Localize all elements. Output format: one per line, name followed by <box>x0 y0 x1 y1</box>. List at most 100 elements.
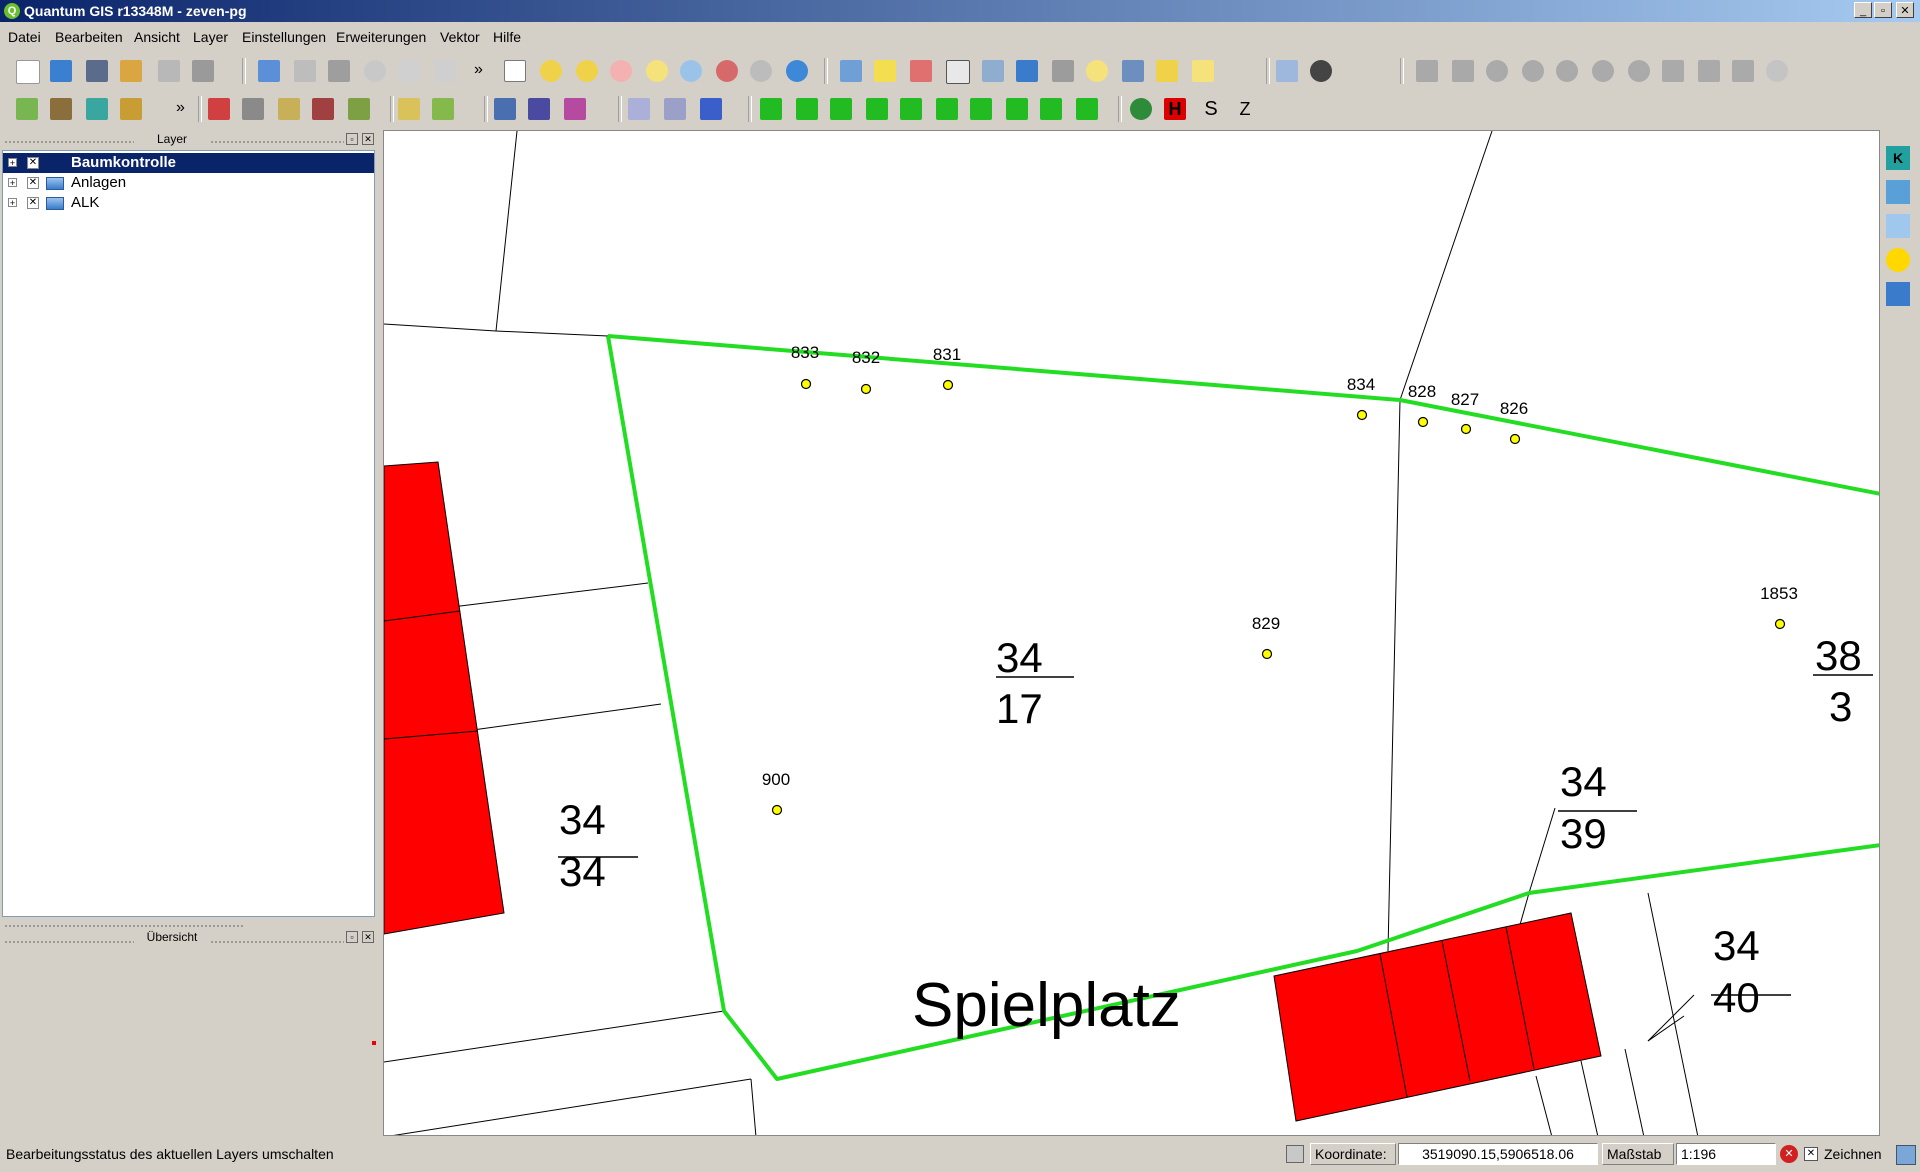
help-pointer-icon[interactable] <box>1310 60 1332 82</box>
maximize-button[interactable]: ▫ <box>1874 2 1892 18</box>
new-project-icon[interactable] <box>16 60 40 84</box>
attribute-table-icon[interactable] <box>946 60 970 84</box>
plugin-zoom-icon[interactable] <box>1886 180 1910 204</box>
plugin-page-icon[interactable] <box>1886 214 1910 238</box>
minimize-button[interactable]: _ <box>1854 2 1872 18</box>
plugin-remove-icon[interactable] <box>1886 248 1910 272</box>
menu-ansicht[interactable]: Ansicht <box>134 29 180 45</box>
move-feature-icon[interactable] <box>294 60 316 82</box>
map-canvas[interactable]: 833 832 831 834 828 827 826 829 1853 900… <box>383 130 1880 1136</box>
save-as-icon[interactable] <box>120 60 142 82</box>
zoom-out-icon[interactable] <box>576 60 598 82</box>
merge-features-icon[interactable] <box>1732 60 1754 82</box>
z-tool-icon[interactable]: Z <box>1234 98 1256 120</box>
projection-icon[interactable] <box>1896 1145 1916 1165</box>
digitize-node-icon[interactable] <box>700 98 722 120</box>
redo-icon[interactable] <box>1452 60 1474 82</box>
zoom-full-icon[interactable] <box>610 60 632 82</box>
show-bookmarks-icon[interactable] <box>1156 60 1178 82</box>
overview-close-icon[interactable]: ✕ <box>362 931 374 943</box>
measure-angle-icon[interactable] <box>1052 60 1074 82</box>
undo-icon[interactable] <box>1416 60 1438 82</box>
measure-area-icon[interactable] <box>1016 60 1038 82</box>
deselect-icon[interactable] <box>910 60 932 82</box>
save-project-icon[interactable] <box>86 60 108 82</box>
render-checkbox[interactable]: ✕ <box>1804 1147 1818 1161</box>
grass-region-icon[interactable] <box>528 98 550 120</box>
analysis-tool-3-icon[interactable] <box>830 98 852 120</box>
overview-float-icon[interactable]: ▫ <box>346 931 358 943</box>
zoom-next-icon[interactable] <box>750 60 772 82</box>
grass-edit-region-icon[interactable] <box>564 98 586 120</box>
text-annotation-icon[interactable] <box>1192 60 1214 82</box>
cut-features-icon[interactable] <box>398 60 420 82</box>
whats-this-icon[interactable] <box>1276 60 1298 82</box>
analysis-tool-4-icon[interactable] <box>866 98 888 120</box>
toolbar2-overflow-icon[interactable]: » <box>176 99 185 117</box>
open-project-icon[interactable] <box>50 60 72 82</box>
add-postgis-layer-icon[interactable] <box>86 98 108 120</box>
measure-line-icon[interactable] <box>982 60 1004 82</box>
add-raster-layer-icon[interactable] <box>50 98 72 120</box>
layer-item-anlagen[interactable]: + ✕ Anlagen <box>3 173 374 193</box>
scale-field[interactable]: 1:196 <box>1676 1143 1776 1165</box>
analysis-tool-5-icon[interactable] <box>900 98 922 120</box>
grass-open-mapset-icon[interactable] <box>208 98 230 120</box>
coord-toggle-icon[interactable] <box>1286 1145 1304 1163</box>
visibility-checkbox[interactable]: ✕ <box>27 177 39 189</box>
menu-hilfe[interactable]: Hilfe <box>493 29 521 45</box>
menu-vektor[interactable]: Vektor <box>440 29 480 45</box>
grass-tools-icon[interactable] <box>494 98 516 120</box>
refresh-icon[interactable] <box>786 60 808 82</box>
toggle-editing-icon[interactable] <box>258 60 280 82</box>
print-icon[interactable] <box>192 60 214 82</box>
visibility-checkbox[interactable]: ✕ <box>27 197 39 209</box>
dollar-tool-icon[interactable]: S <box>1200 98 1222 120</box>
zoom-selection-icon[interactable] <box>646 60 668 82</box>
analysis-tool-2-icon[interactable] <box>796 98 818 120</box>
analysis-tool-1-icon[interactable] <box>760 98 782 120</box>
menu-layer[interactable]: Layer <box>193 29 228 45</box>
delete-part-icon[interactable] <box>1628 60 1650 82</box>
grass-new-vector-icon[interactable] <box>398 98 420 120</box>
print-composer-icon[interactable] <box>158 60 180 82</box>
grass-new-mapset-icon[interactable] <box>242 98 264 120</box>
node-tool-icon[interactable] <box>328 60 350 82</box>
tree-plugin-icon[interactable] <box>1130 98 1152 120</box>
visibility-checkbox[interactable]: ✕ <box>27 157 39 169</box>
add-spatialite-layer-icon[interactable] <box>120 98 142 120</box>
stop-render-icon[interactable]: ✕ <box>1780 1145 1798 1163</box>
expand-icon[interactable]: + <box>8 178 17 188</box>
expand-icon[interactable]: + <box>8 198 17 208</box>
simplify-icon[interactable] <box>1486 60 1508 82</box>
split-features-icon[interactable] <box>1698 60 1720 82</box>
zoom-layer-icon[interactable] <box>680 60 702 82</box>
zoom-in-icon[interactable] <box>540 60 562 82</box>
pan-hand-icon[interactable] <box>504 60 526 82</box>
add-ring-icon[interactable] <box>1522 60 1544 82</box>
add-island-icon[interactable] <box>1556 60 1578 82</box>
menu-einstellungen[interactable]: Einstellungen <box>242 29 326 45</box>
grass-add-vector-icon[interactable] <box>312 98 334 120</box>
delete-ring-icon[interactable] <box>1592 60 1614 82</box>
k-plugin-icon[interactable]: K <box>1886 146 1910 170</box>
digitize-line-icon[interactable] <box>628 98 650 120</box>
reshape-icon[interactable] <box>1662 60 1684 82</box>
delete-selected-icon[interactable] <box>364 60 386 82</box>
add-vector-layer-icon[interactable] <box>16 98 38 120</box>
layer-panel-close-icon[interactable]: ✕ <box>362 133 374 145</box>
coordinate-field[interactable]: 3519090.15,5906518.06 <box>1398 1143 1598 1165</box>
copy-features-icon[interactable] <box>434 60 456 82</box>
analysis-tool-9-icon[interactable] <box>1040 98 1062 120</box>
grass-close-mapset-icon[interactable] <box>278 98 300 120</box>
analysis-tool-7-icon[interactable] <box>970 98 992 120</box>
grass-add-raster-icon[interactable] <box>348 98 370 120</box>
overview-map[interactable] <box>2 945 376 1135</box>
expand-icon[interactable]: + <box>8 158 17 168</box>
close-button[interactable]: ✕ <box>1896 2 1914 18</box>
layer-item-alk[interactable]: + ✕ ALK <box>3 193 374 213</box>
rotate-symbols-icon[interactable] <box>1766 60 1788 82</box>
menu-erweiterungen[interactable]: Erweiterungen <box>336 29 426 45</box>
h-tool-icon[interactable]: H <box>1164 98 1186 120</box>
analysis-tool-8-icon[interactable] <box>1006 98 1028 120</box>
